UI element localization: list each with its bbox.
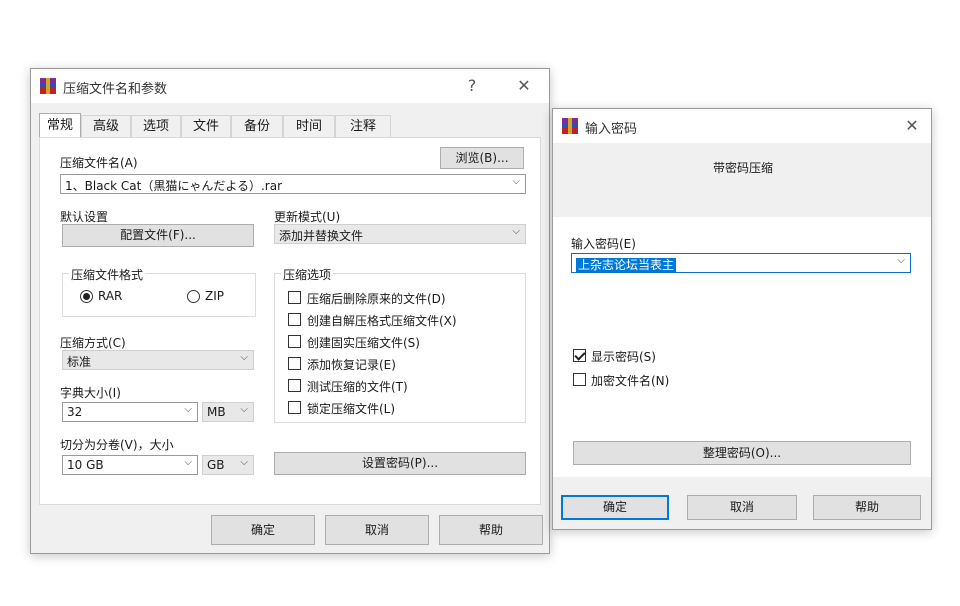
password-dialog-title: 输入密码	[585, 122, 638, 137]
tab-general[interactable]: 常规	[39, 113, 81, 137]
encrypt-names-checkbox[interactable]	[573, 373, 586, 386]
password-dialog: 输入密码 ✕ 带密码压缩 输入密码(E) 上杂志论坛当表主 ⌵ 显示密码(S) …	[552, 108, 932, 530]
archive-name-label: 压缩文件名(A)	[60, 156, 138, 170]
chevron-down-icon[interactable]: ⌵	[512, 226, 520, 237]
show-password-checkbox[interactable]	[573, 349, 586, 362]
archive-ok-button[interactable]: 确定	[211, 515, 315, 545]
archive-options-legend: 压缩选项	[281, 266, 334, 283]
winrar-icon	[562, 118, 578, 134]
dictionary-unit-select[interactable]: MB ⌵	[202, 402, 254, 422]
tab-time[interactable]: 时间	[283, 115, 335, 137]
split-unit-select[interactable]: GB ⌵	[202, 455, 254, 475]
archive-dialog: 压缩文件名和参数 ? ✕ 常规 高级 选项 文件 备份 时间 注释 压缩文件名(…	[30, 68, 550, 554]
tab-files[interactable]: 文件	[181, 115, 231, 137]
archive-dialog-titlebar[interactable]: 压缩文件名和参数 ? ✕	[31, 69, 549, 103]
show-password-label[interactable]: 显示密码(S)	[591, 348, 656, 365]
tab-options[interactable]: 选项	[131, 115, 181, 137]
chevron-down-icon[interactable]: ⌵	[240, 457, 248, 468]
archive-help-button[interactable]: 帮助	[439, 515, 543, 545]
solid-checkbox[interactable]	[288, 335, 301, 348]
tab-strip: 常规 高级 选项 文件 备份 时间 注释	[39, 113, 399, 137]
tab-advanced[interactable]: 高级	[81, 115, 131, 137]
browse-button[interactable]: 浏览(B)...	[440, 147, 524, 169]
dictionary-size-select[interactable]: 32 ⌵	[62, 402, 198, 422]
sfx-checkbox[interactable]	[288, 313, 301, 326]
password-dialog-subtitle: 带密码压缩	[713, 161, 774, 175]
set-password-button[interactable]: 设置密码(P)...	[274, 452, 526, 475]
password-panel: 输入密码(E) 上杂志论坛当表主 ⌵ 显示密码(S) 加密文件名(N) 整理密码…	[553, 217, 931, 477]
rar-label[interactable]: RAR	[98, 289, 122, 303]
general-tab-panel: 压缩文件名(A) 浏览(B)... 1、Black Cat（黒猫にゃんだよる）.…	[39, 137, 541, 505]
recovery-record-label[interactable]: 添加恢复记录(E)	[307, 356, 396, 373]
password-label: 输入密码(E)	[571, 237, 636, 251]
help-icon[interactable]: ?	[461, 75, 483, 97]
compression-method-label: 压缩方式(C)	[60, 336, 126, 350]
recovery-record-checkbox[interactable]	[288, 357, 301, 370]
password-field[interactable]: 上杂志论坛当表主 ⌵	[571, 253, 911, 273]
chevron-down-icon[interactable]: ⌵	[184, 457, 192, 468]
password-dialog-titlebar[interactable]: 输入密码 ✕	[553, 109, 931, 143]
password-cancel-button[interactable]: 取消	[687, 495, 797, 520]
rar-radio[interactable]	[80, 290, 93, 303]
split-volumes-label: 切分为分卷(V)，大小	[60, 438, 174, 452]
password-ok-button[interactable]: 确定	[561, 495, 669, 520]
archive-options-group: 压缩选项 压缩后删除原来的文件(D) 创建自解压格式压缩文件(X) 创建固实压缩…	[274, 266, 526, 423]
chevron-down-icon[interactable]: ⌵	[897, 255, 905, 266]
test-files-label[interactable]: 测试压缩的文件(T)	[307, 378, 408, 395]
update-mode-select[interactable]: 添加并替换文件 ⌵	[274, 224, 526, 244]
split-size-select[interactable]: 10 GB ⌵	[62, 455, 198, 475]
tab-backup[interactable]: 备份	[231, 115, 283, 137]
default-settings-label: 默认设置	[60, 210, 109, 224]
zip-label[interactable]: ZIP	[205, 289, 224, 303]
zip-radio[interactable]	[187, 290, 200, 303]
password-value: 上杂志论坛当表主	[576, 258, 677, 272]
solid-label[interactable]: 创建固实压缩文件(S)	[307, 334, 420, 351]
chevron-down-icon[interactable]: ⌵	[184, 404, 192, 415]
organize-passwords-button[interactable]: 整理密码(O)...	[573, 441, 911, 465]
delete-after-checkbox[interactable]	[288, 291, 301, 304]
compression-method-select[interactable]: 标准 ⌵	[62, 350, 254, 370]
dictionary-size-label: 字典大小(I)	[60, 386, 121, 400]
winrar-icon	[40, 78, 56, 94]
archive-format-group: 压缩文件格式 RAR ZIP	[62, 266, 256, 317]
archive-format-legend: 压缩文件格式	[69, 266, 146, 283]
test-files-checkbox[interactable]	[288, 379, 301, 392]
archive-dialog-title: 压缩文件名和参数	[63, 82, 168, 97]
archive-name-field[interactable]: 1、Black Cat（黒猫にゃんだよる）.rar ⌵	[60, 174, 526, 194]
tab-comment[interactable]: 注释	[335, 115, 391, 137]
close-icon[interactable]: ✕	[513, 75, 535, 97]
lock-archive-checkbox[interactable]	[288, 401, 301, 414]
chevron-down-icon[interactable]: ⌵	[240, 352, 248, 363]
chevron-down-icon[interactable]: ⌵	[512, 176, 520, 187]
chevron-down-icon[interactable]: ⌵	[240, 404, 248, 415]
close-icon[interactable]: ✕	[901, 115, 923, 137]
password-help-button[interactable]: 帮助	[813, 495, 921, 520]
delete-after-label[interactable]: 压缩后删除原来的文件(D)	[307, 290, 446, 307]
archive-cancel-button[interactable]: 取消	[325, 515, 429, 545]
profiles-button[interactable]: 配置文件(F)...	[62, 224, 254, 247]
sfx-label[interactable]: 创建自解压格式压缩文件(X)	[307, 312, 457, 329]
update-mode-label: 更新模式(U)	[274, 210, 341, 224]
encrypt-names-label[interactable]: 加密文件名(N)	[591, 372, 669, 389]
lock-archive-label[interactable]: 锁定压缩文件(L)	[307, 400, 395, 417]
